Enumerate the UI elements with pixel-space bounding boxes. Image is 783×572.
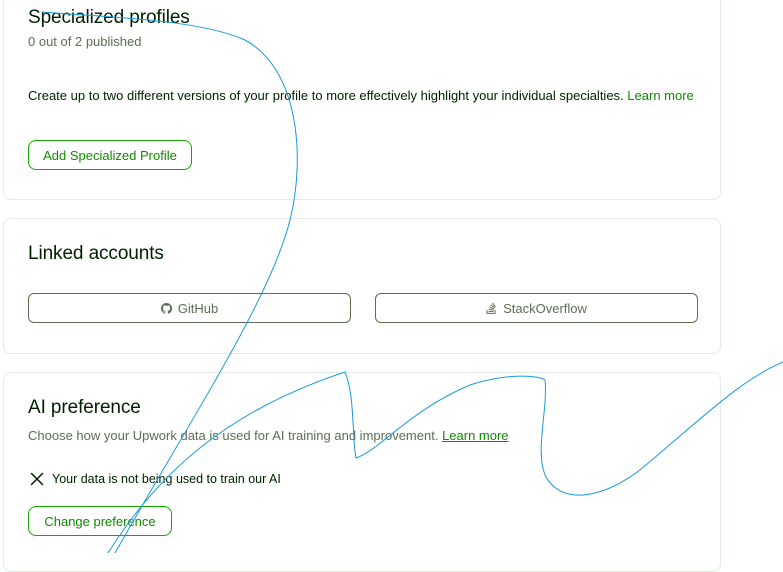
change-preference-button[interactable]: Change preference — [28, 506, 172, 536]
x-icon — [30, 472, 44, 491]
ai-preference-description: Choose how your Upwork data is used for … — [28, 428, 439, 443]
github-icon — [160, 302, 172, 314]
stackoverflow-label: StackOverflow — [503, 300, 587, 316]
specialized-profiles-learn-more-link[interactable]: Learn more — [627, 88, 693, 103]
github-label: GitHub — [177, 300, 219, 316]
specialized-profiles-card: Specialized profiles 0 out of 2 publishe… — [3, 0, 721, 200]
linked-accounts-card: Linked accounts GitHub StackOverflow — [3, 218, 721, 354]
add-specialized-profile-button[interactable]: Add Specialized Profile — [28, 140, 192, 170]
specialized-profiles-title: Specialized profiles — [28, 7, 190, 28]
linked-accounts-title: Linked accounts — [28, 243, 164, 264]
specialized-profiles-description-line: Create up to two different versions of y… — [28, 88, 694, 103]
ai-preference-title: AI preference — [28, 397, 141, 418]
ai-preference-description-line: Choose how your Upwork data is used for … — [28, 428, 509, 443]
stackoverflow-icon — [486, 302, 497, 314]
ai-preference-learn-more-link[interactable]: Learn more — [442, 428, 508, 443]
specialized-profiles-description: Create up to two different versions of y… — [28, 88, 624, 103]
stackoverflow-button[interactable]: StackOverflow — [375, 293, 698, 323]
github-button[interactable]: GitHub — [28, 293, 351, 323]
ai-preference-status-text: Your data is not being used to train our… — [52, 472, 281, 486]
ai-preference-card: AI preference Choose how your Upwork dat… — [3, 372, 721, 572]
specialized-profiles-status: 0 out of 2 published — [28, 34, 142, 49]
